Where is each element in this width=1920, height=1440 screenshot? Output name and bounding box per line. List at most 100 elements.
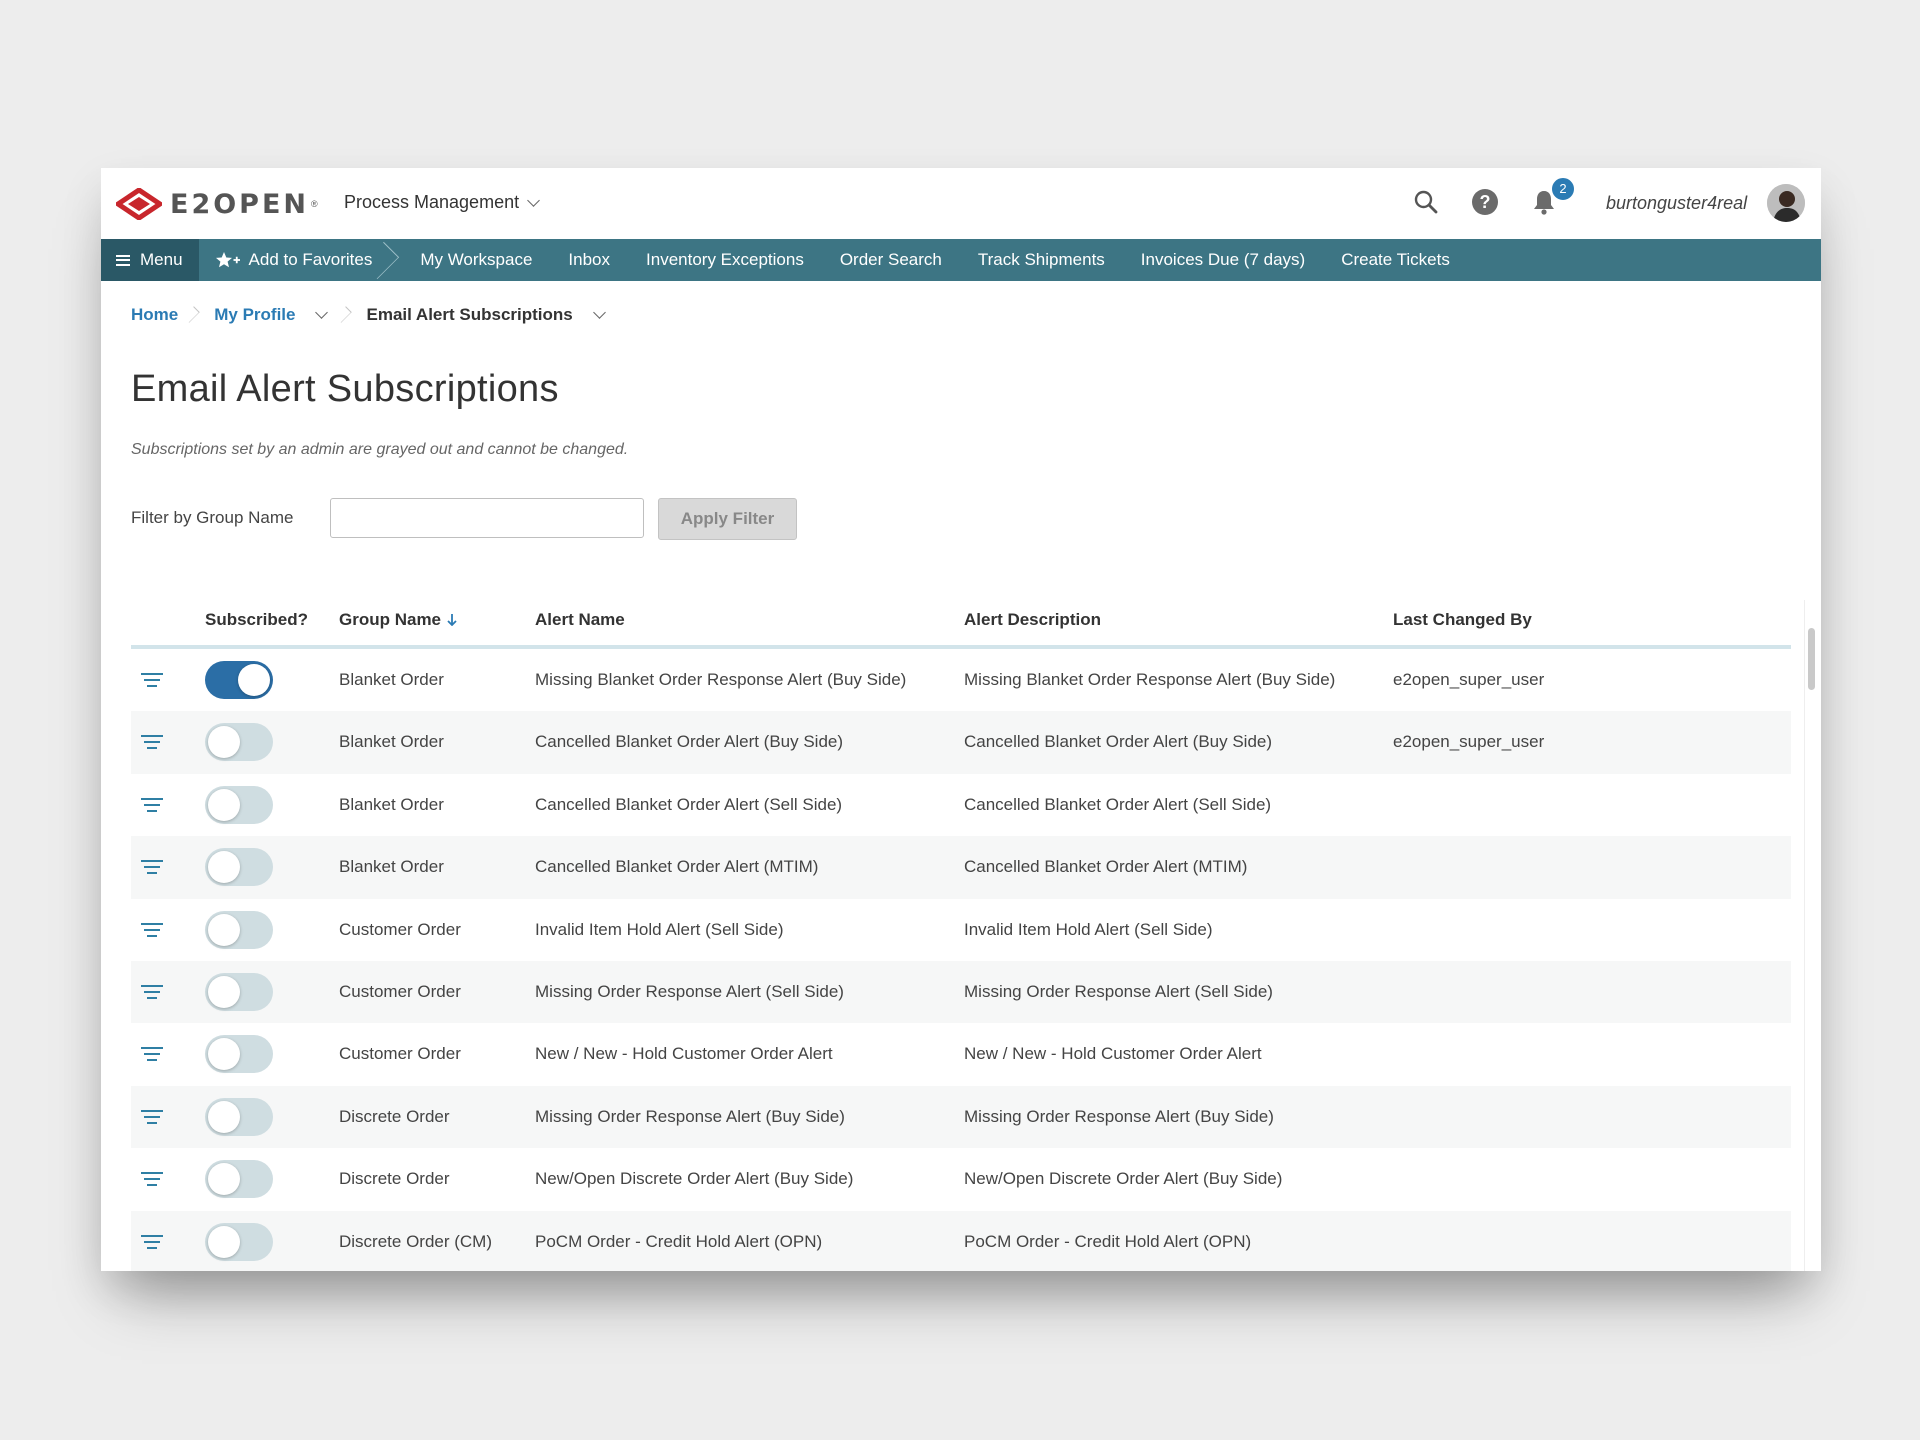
group-name-cell: Discrete Order [339,1106,450,1126]
subscribed-toggle[interactable] [205,1097,273,1136]
column-subscribed[interactable]: Subscribed? [205,610,308,630]
alert-description-cell: New / New - Hold Customer Order Alert [964,1044,1262,1064]
filter-lines-icon[interactable] [141,1170,163,1188]
nav-item-order-search[interactable]: Order Search [822,250,960,270]
scroll-thumb[interactable] [1808,628,1815,690]
chevron-down-icon [527,193,540,207]
filter-lines-icon[interactable] [141,858,163,876]
toggle-knob [238,664,270,696]
column-last-changed-by[interactable]: Last Changed By [1393,610,1532,630]
alert-name-cell: Cancelled Blanket Order Alert (Sell Side… [535,794,843,814]
user-avatar-image [1767,184,1805,222]
search-icon[interactable] [1412,188,1440,216]
last-changed-by-cell: e2open_super_user [1393,732,1545,752]
chevron-down-icon[interactable] [592,306,606,319]
filter-lines-icon[interactable] [141,1045,163,1063]
group-name-filter-input[interactable] [330,498,644,538]
toggle-knob [208,726,240,759]
group-name-cell: Blanket Order [339,670,444,689]
star-plus-icon [215,252,240,268]
nav-item-inbox[interactable]: Inbox [550,250,628,270]
module-selector[interactable]: Process Management [344,192,540,213]
table-row: Customer Order Invalid Item Hold Alert (S… [131,899,1791,961]
e2open-logo-mark [116,188,162,220]
filter-lines-icon[interactable] [141,1108,163,1126]
table-header: Subscribed? Group Name Alert Name Alert … [131,585,1791,649]
subscribed-toggle[interactable] [205,785,273,824]
filter-lines-icon[interactable] [141,733,163,751]
svg-text:?: ? [1480,192,1491,212]
filter-lines-icon[interactable] [141,983,163,1001]
e2open-logo[interactable]: E2OPEN ® [116,187,318,221]
table-row: Blanket Order Cancelled Blanket Order Ale… [131,774,1791,836]
group-name-cell: Discrete Order [339,1169,450,1189]
toggle-knob [208,788,240,821]
table-row: Customer Order New / New - Hold Customer … [131,1023,1791,1085]
alert-name-cell: Missing Order Response Alert (Sell Side) [535,981,844,1001]
apply-filter-button[interactable]: Apply Filter [658,498,797,540]
subscribed-toggle[interactable] [205,972,273,1011]
group-name-cell: Blanket Order [339,732,444,752]
alert-name-cell: Cancelled Blanket Order Alert (Buy Side) [535,732,844,752]
brand-wordmark: E2OPEN [170,188,310,220]
subscribed-toggle[interactable] [205,848,273,887]
main-nav: Menu Add to Favorites My Workspace Inbox… [101,239,1821,281]
breadcrumb: Home My Profile Email Alert Subscription… [131,303,606,327]
filter-lines-icon[interactable] [141,671,163,689]
sort-descending-icon [447,614,457,626]
chevron-down-icon[interactable] [315,306,329,319]
filter-label: Filter by Group Name [131,508,294,527]
column-group-name[interactable]: Group Name [339,610,457,630]
subscribed-toggle[interactable] [205,1160,273,1199]
toggle-knob [208,1100,240,1133]
alert-description-cell: Missing Order Response Alert (Sell Side) [964,981,1273,1001]
table-row: Blanket Order Cancelled Blanket Order Ale… [131,711,1791,774]
alert-description-cell: Missing Blanket Order Response Alert (Bu… [964,670,1336,689]
alert-name-cell: Missing Order Response Alert (Buy Side) [535,1106,845,1126]
hamburger-icon [116,254,130,266]
breadcrumb-my-profile[interactable]: My Profile [214,305,295,325]
alert-name-cell: PoCM Order - Credit Hold Alert (OPN) [535,1231,823,1251]
breadcrumb-separator [342,303,354,327]
alert-description-cell: New/Open Discrete Order Alert (Buy Side) [964,1169,1283,1189]
notification-badge: 2 [1550,176,1576,202]
page-title: Email Alert Subscriptions [131,368,559,410]
avatar[interactable] [1767,184,1805,222]
nav-item-invoices-due[interactable]: Invoices Due (7 days) [1123,250,1323,270]
alert-name-cell: Invalid Item Hold Alert (Sell Side) [535,919,784,939]
breadcrumb-separator [190,303,202,327]
subscribed-toggle[interactable] [205,723,273,762]
breadcrumb-home[interactable]: Home [131,305,178,325]
toggle-knob [208,1225,240,1258]
nav-item-track-shipments[interactable]: Track Shipments [960,250,1123,270]
group-name-cell: Customer Order [339,1044,461,1064]
column-group-name-label: Group Name [339,610,442,629]
subscribed-toggle[interactable] [205,910,273,949]
toggle-knob [208,913,240,946]
column-alert-description[interactable]: Alert Description [964,610,1101,630]
menu-button[interactable]: Menu [101,239,199,281]
trademark-mark: ® [311,199,318,209]
table-row: Discrete Order (CM) PoCM Order - Credit H… [131,1210,1791,1271]
filter-lines-icon[interactable] [141,1233,163,1251]
breadcrumb-current: Email Alert Subscriptions [366,305,573,324]
vertical-scrollbar[interactable] [1804,600,1817,1271]
user-name[interactable]: burtonguster4real [1606,193,1747,214]
alert-description-cell: PoCM Order - Credit Hold Alert (OPN) [964,1231,1252,1251]
alert-table-body: Blanket Order Missing Blanket Order Respo… [131,649,1791,1271]
add-to-favorites-button[interactable]: Add to Favorites [199,239,391,281]
filter-lines-icon[interactable] [141,796,163,814]
subscribed-toggle[interactable] [205,661,273,699]
subscribed-toggle[interactable] [205,1222,273,1261]
toggle-knob [208,851,240,884]
alert-name-cell: Cancelled Blanket Order Alert (MTIM) [535,857,819,877]
nav-item-create-tickets[interactable]: Create Tickets [1323,250,1468,270]
table-row: Blanket Order Missing Blanket Order Respo… [131,649,1791,711]
nav-item-inventory-exceptions[interactable]: Inventory Exceptions [628,250,822,270]
group-name-cell: Discrete Order (CM) [339,1231,493,1251]
subscribed-toggle[interactable] [205,1035,273,1074]
help-icon[interactable]: ? [1471,188,1499,216]
nav-item-my-workspace[interactable]: My Workspace [402,250,550,270]
column-alert-name[interactable]: Alert Name [535,610,625,630]
filter-lines-icon[interactable] [141,921,163,939]
